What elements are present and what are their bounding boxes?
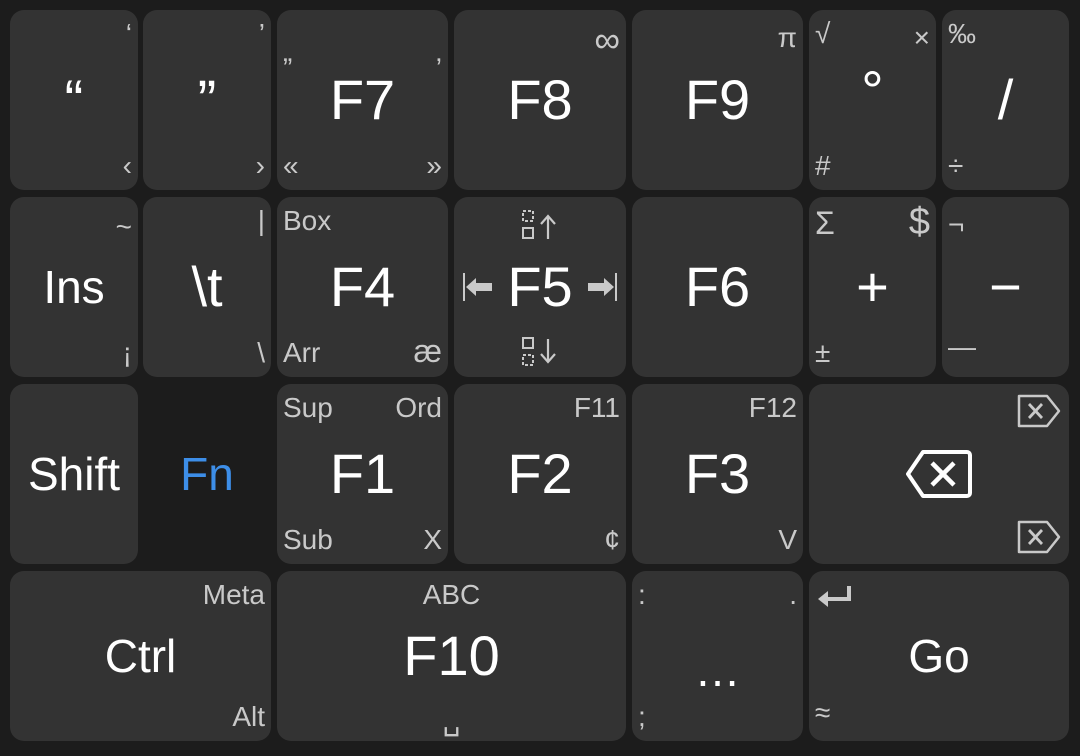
key-top-left-label: Σ bbox=[815, 205, 835, 241]
enter-icon bbox=[817, 585, 853, 607]
key-bottom-left-label: Sub bbox=[283, 524, 333, 555]
key-bottom-right-label: Alt bbox=[232, 701, 265, 732]
end-icon bbox=[586, 272, 618, 302]
key-top-right-label: F12 bbox=[748, 392, 797, 423]
key-bottom-right-label: » bbox=[426, 150, 442, 181]
key-main-label: F8 bbox=[507, 68, 573, 131]
key-ellipsis[interactable]: … : . ; bbox=[632, 571, 803, 741]
key-go[interactable]: Go ≈ bbox=[809, 571, 1069, 741]
key-degree[interactable]: ° √ × # bbox=[809, 10, 936, 190]
key-f3[interactable]: F3 F12 V bbox=[632, 384, 803, 564]
key-f4[interactable]: F4 Box Arr æ bbox=[277, 197, 448, 377]
delete-icon bbox=[1017, 394, 1061, 428]
key-plus[interactable]: + Σ $ ± bbox=[809, 197, 936, 377]
key-top-right-label: π bbox=[777, 22, 797, 53]
key-bottom-left-label: ; bbox=[638, 701, 646, 732]
key-top-right-label: Ord bbox=[395, 392, 442, 423]
key-bottom-left-label: ÷ bbox=[948, 150, 964, 181]
key-main-label: F2 bbox=[507, 442, 573, 505]
key-bottom-right-label: X bbox=[423, 524, 442, 555]
key-bottom-right-label: æ bbox=[413, 333, 442, 369]
key-main-label: “ bbox=[64, 68, 84, 131]
key-f8[interactable]: F8 ∞ bbox=[454, 10, 626, 190]
key-bottom-right-label: ¡ bbox=[122, 337, 132, 368]
key-top-right-label: F11 bbox=[573, 392, 620, 423]
key-main-label: \t bbox=[191, 255, 223, 318]
key-top-right-label: ∞ bbox=[594, 19, 620, 60]
key-main-label: ° bbox=[861, 59, 884, 122]
key-f10[interactable]: F10 ABC ␣ bbox=[277, 571, 626, 741]
space-icon: ␣ bbox=[442, 705, 461, 736]
key-main-label: F4 bbox=[329, 255, 396, 318]
key-top-left-label: Sup bbox=[283, 392, 333, 423]
key-left-quote[interactable]: “ ‘ ‹ bbox=[10, 10, 138, 190]
key-main-label: F10 bbox=[403, 624, 500, 687]
select-down-icon bbox=[454, 335, 626, 369]
key-f1[interactable]: F1 Sup Ord Sub X bbox=[277, 384, 448, 564]
key-f6[interactable]: F6 bbox=[632, 197, 803, 377]
key-top-left-label: Box bbox=[283, 205, 332, 236]
key-main-label: Go bbox=[908, 630, 970, 682]
key-main-label: F9 bbox=[684, 68, 751, 131]
key-main-label: F6 bbox=[684, 255, 751, 318]
key-bottom-left-label: Arr bbox=[283, 337, 321, 368]
key-main-label: F7 bbox=[329, 68, 396, 131]
key-top-right-label: $ bbox=[908, 201, 930, 243]
key-backspace[interactable] bbox=[809, 384, 1069, 564]
key-f9[interactable]: F9 π bbox=[632, 10, 803, 190]
key-main-label: F1 bbox=[329, 442, 396, 505]
key-top-left-label: ¬ bbox=[948, 209, 965, 240]
key-main-label: Shift bbox=[27, 448, 121, 500]
backspace-icon bbox=[809, 449, 1069, 499]
key-top-left-label: √ bbox=[815, 18, 831, 49]
key-bottom-left-label: # bbox=[815, 150, 831, 181]
key-top-center-label: ABC bbox=[422, 579, 481, 610]
key-top-right-label: × bbox=[913, 22, 930, 53]
key-tab[interactable]: \t | \ bbox=[143, 197, 271, 377]
key-f7[interactable]: F7 „ ‚ « » bbox=[277, 10, 448, 190]
key-top-right-label: Meta bbox=[202, 579, 265, 610]
key-bottom-left-label: « bbox=[283, 150, 299, 181]
key-shift[interactable]: Shift bbox=[10, 384, 138, 564]
key-main-label: Ins bbox=[43, 261, 105, 313]
key-minus[interactable]: − ¬ — bbox=[942, 197, 1069, 377]
key-bottom-right-label: V bbox=[778, 524, 797, 555]
key-fn[interactable]: Fn bbox=[143, 384, 271, 564]
key-main-label: − bbox=[989, 255, 1022, 318]
key-bottom-left-label: ≈ bbox=[815, 697, 831, 728]
key-top-right-label: . bbox=[789, 579, 797, 610]
key-f2[interactable]: F2 F11 ¢ bbox=[454, 384, 626, 564]
key-top-left-label: „ bbox=[283, 36, 293, 67]
key-bottom-right-label: \ bbox=[257, 337, 265, 368]
key-top-right-label: ‚ bbox=[435, 36, 442, 67]
key-insert[interactable]: Ins ~ ¡ bbox=[10, 197, 138, 377]
key-bottom-left-label: — bbox=[948, 331, 976, 362]
key-main-label: Ctrl bbox=[104, 630, 177, 682]
key-right-quote[interactable]: ” ’ › bbox=[143, 10, 271, 190]
keyboard: “ ‘ ‹ ” ’ › F7 „ ‚ « » F8 ∞ F9 π ° √ × #… bbox=[0, 0, 1080, 756]
key-top-right-label: ~ bbox=[115, 211, 132, 242]
key-top-right-label: ‘ bbox=[125, 18, 132, 49]
key-main-label: Fn bbox=[180, 448, 234, 500]
key-top-right-label: ’ bbox=[258, 18, 265, 49]
key-main-label: … bbox=[694, 643, 741, 696]
select-up-icon bbox=[454, 209, 626, 243]
key-top-right-label: | bbox=[257, 205, 265, 236]
key-bottom-right-label: › bbox=[255, 150, 265, 181]
key-main-label: + bbox=[856, 255, 889, 318]
key-ctrl[interactable]: Ctrl Meta Alt bbox=[10, 571, 271, 741]
key-main-label: / bbox=[997, 68, 1014, 131]
key-top-left-label: ‰ bbox=[948, 18, 976, 49]
delete-word-icon bbox=[1017, 520, 1061, 554]
key-main-label: F3 bbox=[684, 442, 751, 505]
key-bottom-left-label: ± bbox=[815, 337, 831, 368]
home-icon bbox=[462, 272, 494, 302]
key-top-left-label: : bbox=[638, 579, 646, 610]
key-slash[interactable]: / ‰ ÷ bbox=[942, 10, 1069, 190]
key-bottom-right-label: ‹ bbox=[122, 150, 132, 181]
key-main-label: ” bbox=[197, 68, 217, 131]
key-bottom-right-label: ¢ bbox=[604, 524, 620, 555]
key-f5[interactable]: F5 bbox=[454, 197, 626, 377]
